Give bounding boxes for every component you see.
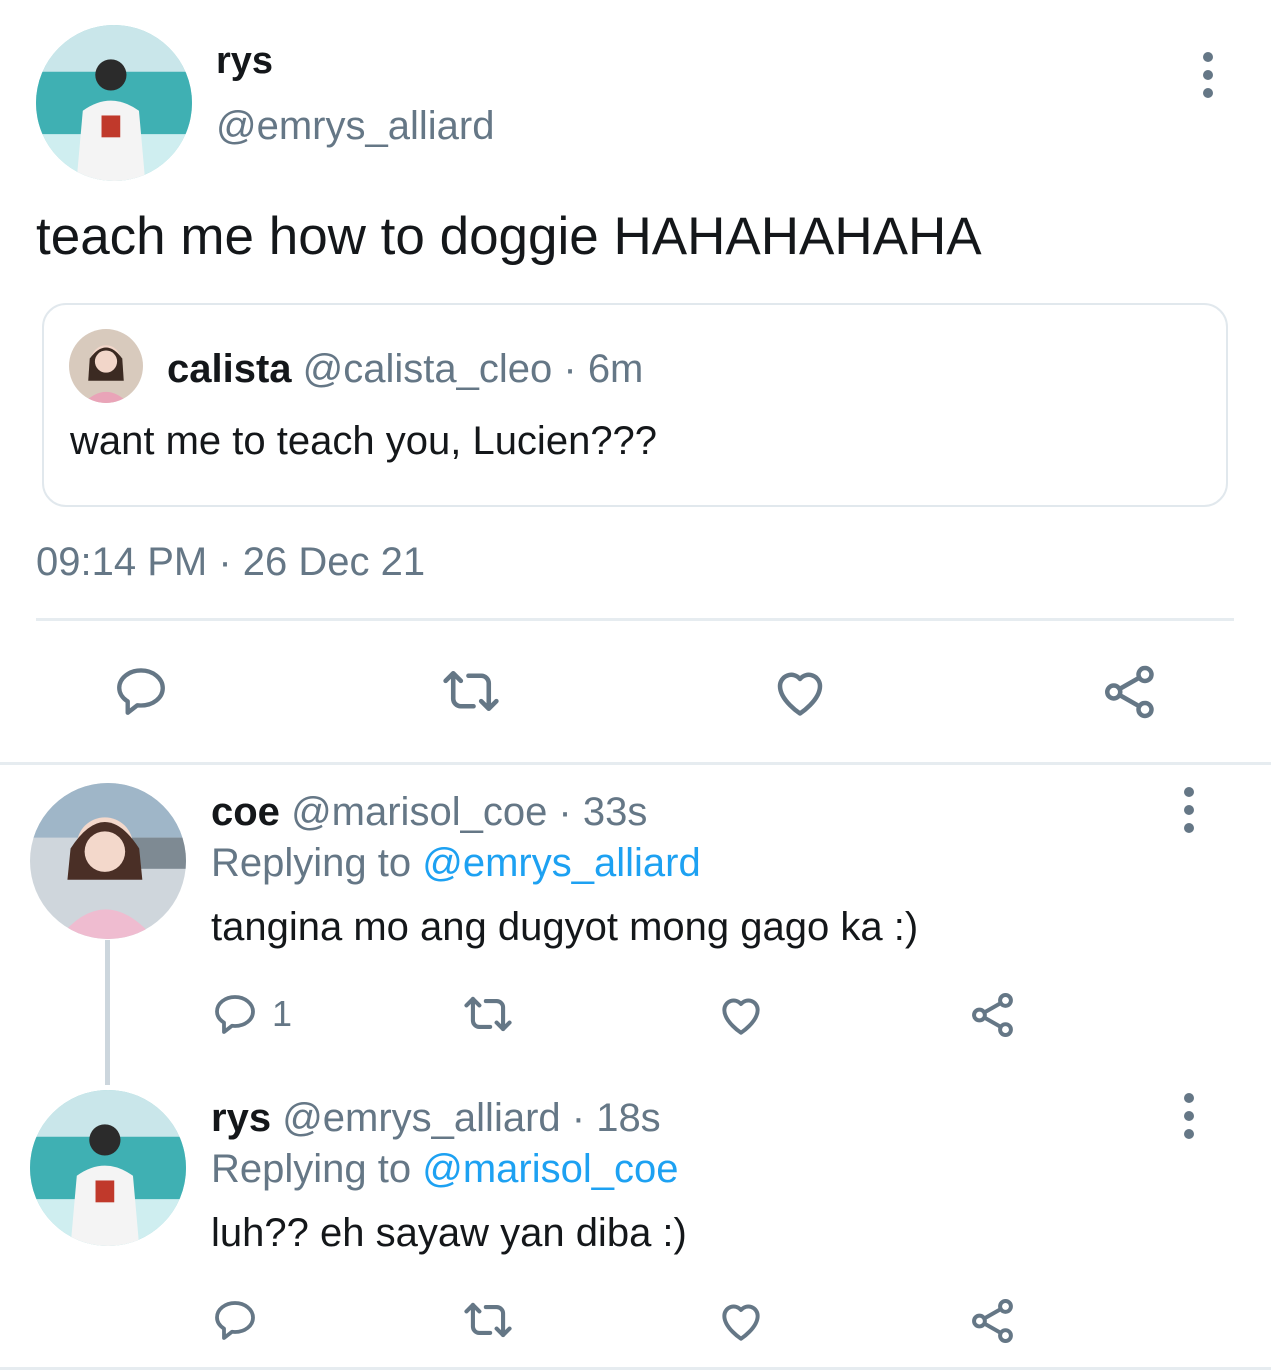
reply-text: luh?? eh sayaw yan diba :) [211,1211,687,1255]
display-name: calista [167,347,292,391]
thread-line [105,940,110,1085]
handle-and-time[interactable]: @emrys_alliard · 18s [282,1096,661,1140]
handle-and-time: @calista_cleo · 6m [302,347,644,391]
avatar [69,329,143,403]
avatar[interactable] [30,783,186,939]
share-icon[interactable] [968,1296,1018,1346]
timestamp: 09:14 PM · 26 Dec 21 [36,540,426,584]
share-icon[interactable] [968,990,1018,1040]
quoted-text: want me to teach you, Lucien??? [70,419,658,463]
share-icon[interactable] [1100,662,1160,722]
reply-icon[interactable] [211,1296,259,1344]
more-options-icon[interactable] [1169,1086,1209,1146]
replying-to-handle[interactable]: @marisol_coe [422,1147,678,1191]
more-options-icon[interactable] [1188,45,1228,105]
replying-to-label: Replying to [211,1147,412,1191]
replying-to-handle[interactable]: @emrys_alliard [422,841,700,885]
reply-icon[interactable] [211,990,259,1038]
divider [36,618,1234,621]
bottom-divider [0,1367,1271,1370]
retweet-icon[interactable] [438,662,504,720]
tweet-text: teach me how to doggie HAHAHAHAHA [36,207,982,266]
retweet-icon[interactable] [460,1296,516,1344]
like-icon[interactable] [770,662,830,720]
like-icon[interactable] [716,990,766,1038]
retweet-icon[interactable] [460,990,516,1038]
reply-count: 1 [272,993,293,1034]
section-divider [0,762,1271,765]
quoted-tweet[interactable]: calista @calista_cleo · 6m want me to te… [42,303,1228,507]
handle[interactable]: @emrys_alliard [216,104,494,149]
avatar[interactable] [30,1090,186,1246]
display-name[interactable]: coe [211,790,280,834]
handle-and-time[interactable]: @marisol_coe · 33s [291,790,647,834]
reply-text: tangina mo ang dugyot mong gago ka :) [211,905,919,949]
replying-to-label: Replying to [211,841,412,885]
like-icon[interactable] [716,1296,766,1344]
avatar[interactable] [36,25,192,181]
reply-icon[interactable] [112,662,170,720]
display-name[interactable]: rys [211,1096,271,1140]
more-options-icon[interactable] [1169,780,1209,840]
display-name[interactable]: rys [216,40,273,83]
